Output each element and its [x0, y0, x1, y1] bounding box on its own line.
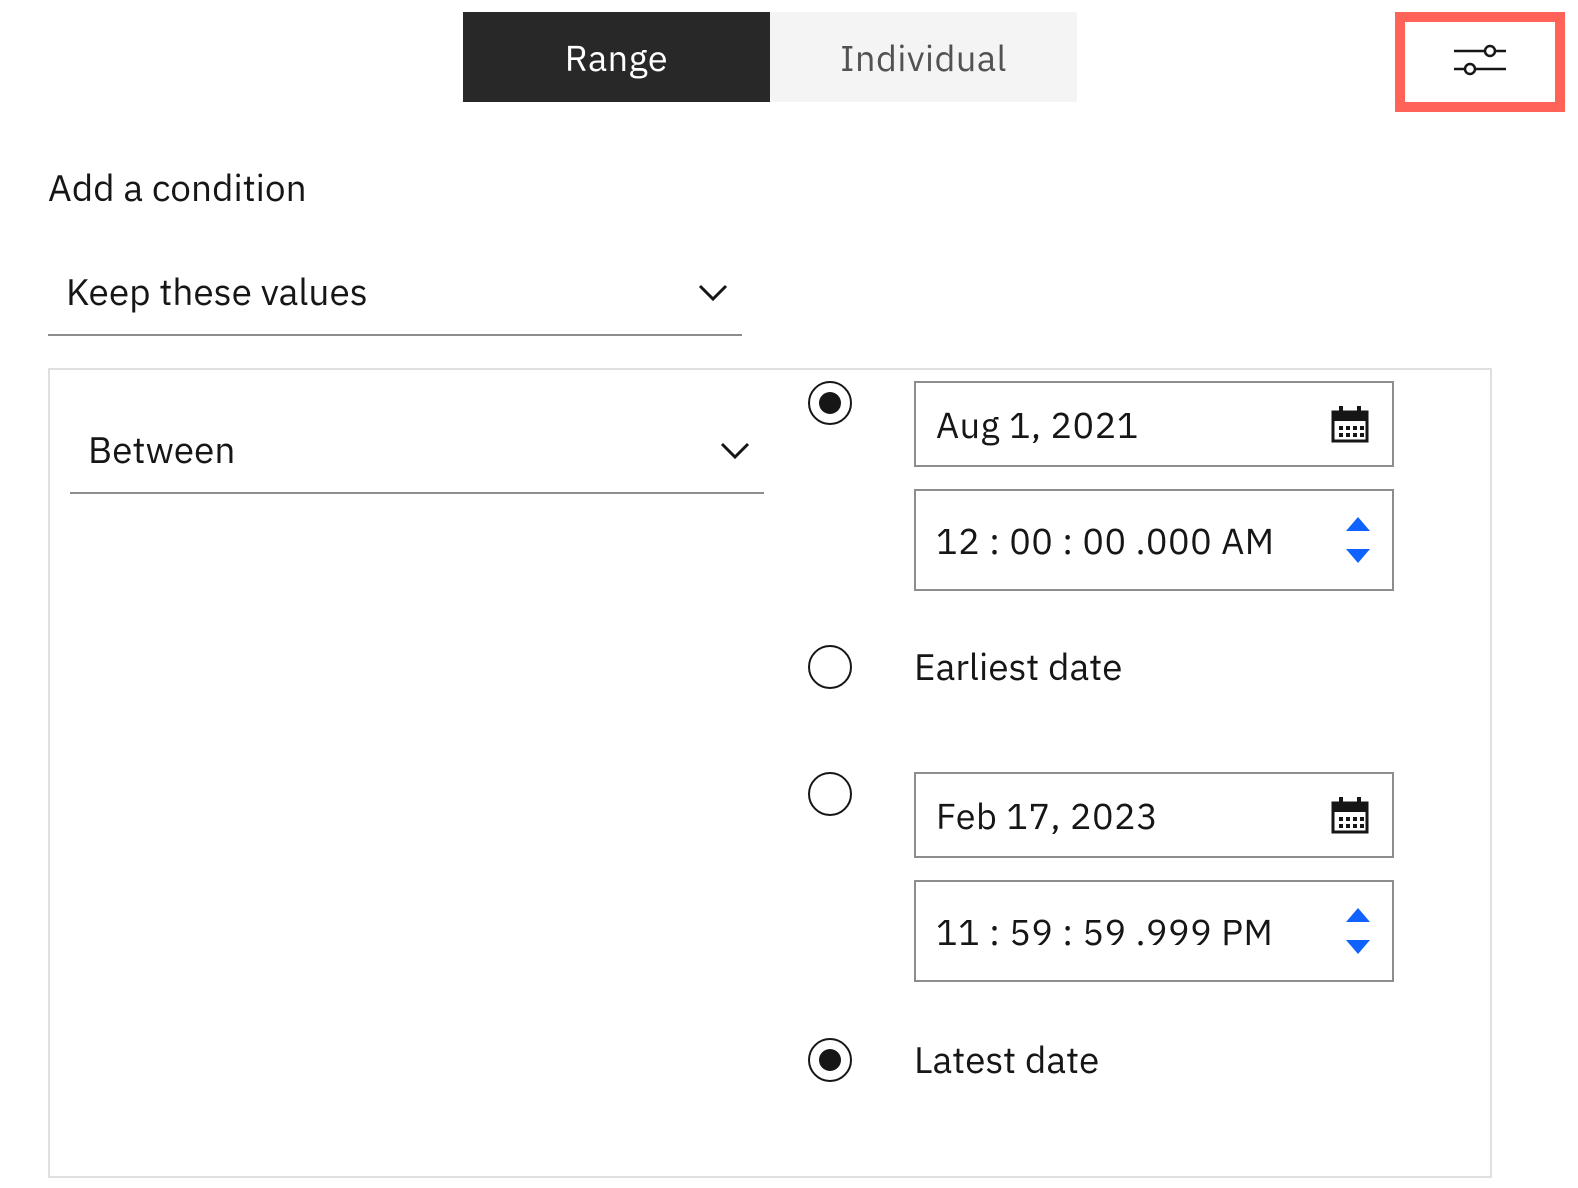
- start-specific-option: Aug 1, 2021 12 : 00 : 00 .000: [808, 381, 1394, 591]
- start-earliest-option: Earliest date: [808, 645, 1122, 689]
- start-earliest-radio[interactable]: [808, 645, 852, 689]
- tab-group: Range Individual: [463, 12, 1077, 102]
- end-time-input[interactable]: 11 : 59 : 59 .999 PM: [914, 880, 1394, 982]
- range-operator-value: Between: [88, 426, 235, 474]
- spinner-down-icon[interactable]: [1346, 549, 1370, 563]
- tab-range[interactable]: Range: [463, 12, 770, 102]
- start-date-value: Aug 1, 2021: [936, 401, 1139, 448]
- end-time-value: 11 : 59 : 59 .999 PM: [936, 908, 1273, 955]
- condition-mode-value: Keep these values: [66, 268, 368, 316]
- tab-individual[interactable]: Individual: [770, 12, 1077, 102]
- add-condition-label: Add a condition: [48, 164, 307, 212]
- calendar-icon: [1330, 404, 1370, 444]
- end-latest-label: Latest date: [914, 1038, 1099, 1082]
- end-specific-fields: Feb 17, 2023 11 : 59 : 59 .999: [914, 772, 1394, 982]
- start-date-input[interactable]: Aug 1, 2021: [914, 381, 1394, 467]
- chevron-down-icon: [698, 282, 728, 302]
- end-specific-option: Feb 17, 2023 11 : 59 : 59 .999: [808, 772, 1394, 982]
- end-time-spinner: [1346, 908, 1370, 954]
- spinner-up-icon[interactable]: [1346, 908, 1370, 922]
- start-time-input[interactable]: 12 : 00 : 00 .000 AM: [914, 489, 1394, 591]
- start-specific-radio[interactable]: [808, 381, 852, 425]
- start-time-value: 12 : 00 : 00 .000 AM: [936, 517, 1275, 564]
- condition-mode-dropdown[interactable]: Keep these values: [48, 250, 742, 336]
- filter-settings-button[interactable]: [1395, 12, 1565, 112]
- start-earliest-label: Earliest date: [914, 645, 1122, 689]
- start-specific-fields: Aug 1, 2021 12 : 00 : 00 .000: [914, 381, 1394, 591]
- spinner-down-icon[interactable]: [1346, 940, 1370, 954]
- end-date-input[interactable]: Feb 17, 2023: [914, 772, 1394, 858]
- start-time-spinner: [1346, 517, 1370, 563]
- end-latest-option: Latest date: [808, 1038, 1099, 1082]
- spinner-up-icon[interactable]: [1346, 517, 1370, 531]
- condition-card: Between Aug 1, 2021: [48, 368, 1492, 1178]
- end-date-value: Feb 17, 2023: [936, 792, 1158, 839]
- end-specific-radio[interactable]: [808, 772, 852, 816]
- sliders-icon: [1454, 41, 1506, 84]
- calendar-icon: [1330, 795, 1370, 835]
- range-operator-dropdown[interactable]: Between: [70, 408, 764, 494]
- end-latest-radio[interactable]: [808, 1038, 852, 1082]
- chevron-down-icon: [720, 440, 750, 460]
- top-row: Range Individual: [0, 12, 1578, 112]
